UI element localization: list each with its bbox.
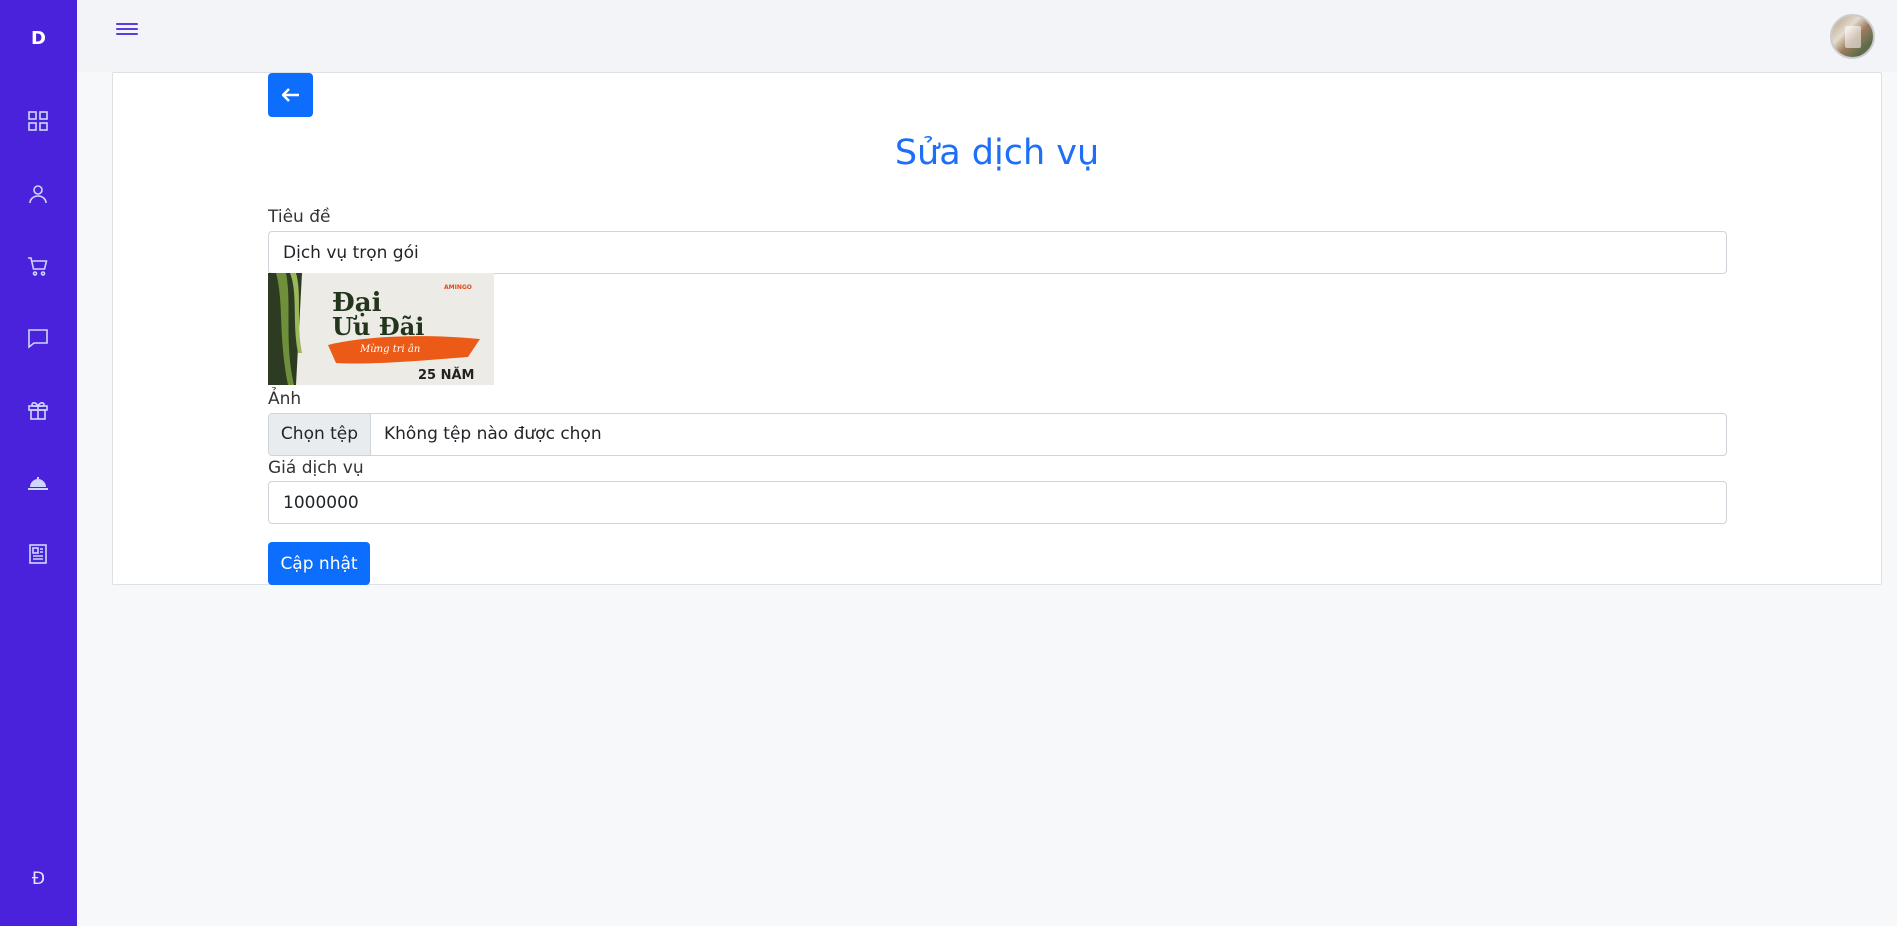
edit-service-card: Sửa dịch vụ Tiêu đề Đại Ưu Đãi Mừng tri … [112, 72, 1882, 585]
user-avatar[interactable] [1830, 14, 1875, 59]
message-icon[interactable] [26, 326, 50, 350]
sidebar-brand[interactable]: D [0, 28, 77, 49]
sidebar: D Đ [0, 0, 77, 926]
image-preview: Đại Ưu Đãi Mừng tri ân 25 NĂM AMINGO [268, 273, 494, 385]
image-label: Ảnh [268, 389, 302, 409]
update-button[interactable]: Cập nhật [268, 542, 370, 585]
user-icon[interactable] [26, 182, 50, 206]
preview-script: Mừng tri ân [359, 344, 420, 355]
hamburger-menu-icon[interactable] [116, 20, 138, 40]
preview-years: 25 NĂM [418, 367, 475, 383]
back-button[interactable] [268, 73, 313, 117]
title-label: Tiêu đề [268, 207, 331, 227]
newspaper-icon[interactable] [26, 542, 50, 566]
price-input[interactable] [268, 481, 1727, 524]
choose-file-button[interactable]: Chọn tệp [269, 414, 371, 455]
title-input[interactable] [268, 231, 1727, 274]
arrow-left-icon [281, 88, 299, 102]
dashboard-grid-icon[interactable] [26, 109, 50, 133]
service-bell-icon[interactable] [26, 470, 50, 494]
price-label: Giá dịch vụ [268, 458, 364, 478]
preview-brand: AMINGO [444, 284, 472, 291]
cart-icon[interactable] [26, 254, 50, 278]
page-title: Sửa dịch vụ [894, 133, 1100, 173]
sidebar-footer-mark: Đ [31, 869, 46, 889]
gift-icon[interactable] [26, 398, 50, 422]
top-bar [77, 0, 1897, 72]
file-status-text: Không tệp nào được chọn [384, 424, 602, 444]
file-input[interactable]: Chọn tệp Không tệp nào được chọn [268, 413, 1727, 456]
